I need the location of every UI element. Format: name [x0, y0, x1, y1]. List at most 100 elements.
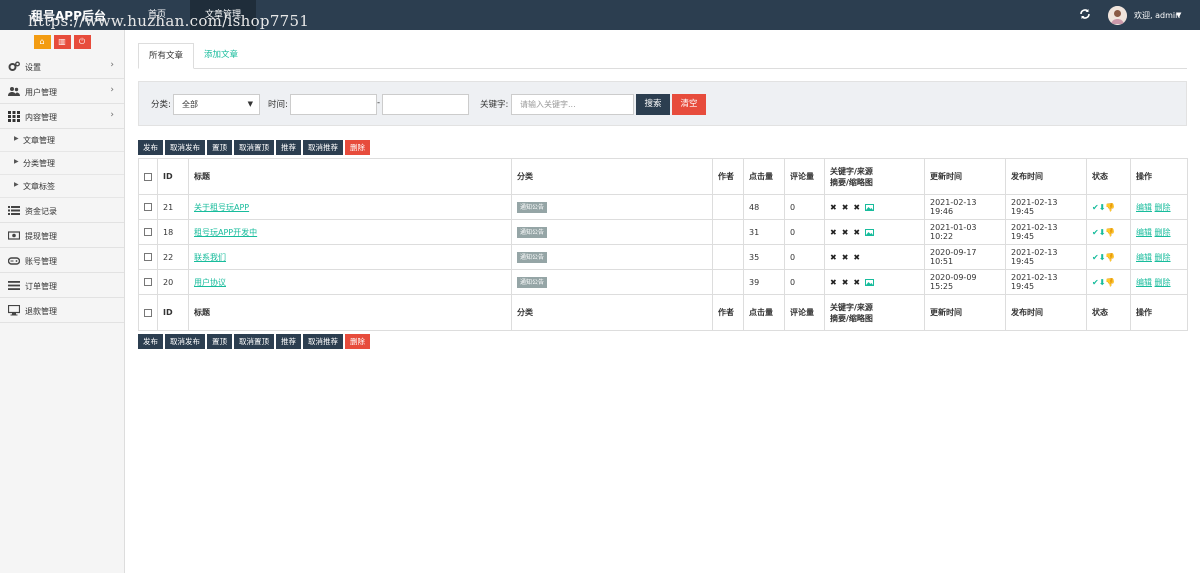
tab-add-article[interactable]: 添加文章	[194, 43, 248, 69]
pin-button[interactable]: 置顶	[207, 334, 232, 349]
category-badge: 通知公告	[517, 251, 548, 263]
row-keyword-cell: ✖ ✖ ✖	[824, 244, 925, 270]
caret-right-icon: ▶	[14, 135, 19, 142]
select-all-cell	[138, 158, 158, 195]
delete-link[interactable]: 删除	[1155, 278, 1171, 287]
watermark-text: https://www.huzhan.com/ishop7751	[28, 12, 310, 30]
refresh-icon[interactable]	[1079, 8, 1091, 20]
col-published: 发布时间	[1005, 294, 1087, 331]
unpublish-button[interactable]: 取消发布	[165, 334, 205, 349]
sidebar-item-label: 内容管理	[25, 113, 57, 122]
summary-x-icon: ✖	[853, 252, 861, 262]
select-all-checkbox[interactable]	[144, 308, 152, 317]
image-icon[interactable]	[865, 278, 875, 286]
status-icons[interactable]: ✔⬇👎	[1092, 278, 1115, 287]
row-title-link[interactable]: 用户协议	[194, 278, 226, 287]
status-icons[interactable]: ✔⬇👎	[1092, 203, 1115, 212]
col-author: 作者	[712, 158, 744, 195]
trash-icon[interactable]: ▥	[53, 35, 71, 49]
sidebar-item-settings[interactable]: 设置 ›	[0, 54, 124, 79]
avatar[interactable]	[1108, 6, 1127, 25]
sidebar-subitem-categories[interactable]: ▶ 分类管理	[0, 152, 124, 175]
row-actions-cell: 编辑 删除	[1130, 244, 1188, 270]
row-clicks: 35	[743, 244, 785, 270]
power-icon[interactable]: ⏻	[73, 35, 91, 49]
unpublish-button[interactable]: 取消发布	[165, 140, 205, 155]
row-checkbox[interactable]	[144, 278, 152, 286]
image-icon[interactable]	[865, 228, 875, 236]
col-comments: 评论量	[784, 294, 825, 331]
tab-all-articles[interactable]: 所有文章	[138, 43, 195, 69]
unrecommend-button[interactable]: 取消推荐	[303, 140, 343, 155]
sidebar-subitem-label: 文章管理	[23, 136, 55, 145]
top-navbar: 租号APP后台 首页 文章管理 https://www.huzhan.com/i…	[0, 0, 1200, 30]
unpin-button[interactable]: 取消置顶	[234, 334, 274, 349]
delete-link[interactable]: 删除	[1155, 228, 1171, 237]
category-badge: 通知公告	[517, 276, 548, 288]
edit-link[interactable]: 编辑	[1136, 203, 1152, 212]
sidebar-item-funds[interactable]: 资金记录	[0, 198, 124, 223]
chevron-right-icon: ›	[110, 110, 114, 120]
clear-button[interactable]: 清空	[672, 94, 706, 115]
unpin-button[interactable]: 取消置顶	[234, 140, 274, 155]
search-button[interactable]: 搜索	[636, 94, 670, 115]
publish-button[interactable]: 发布	[138, 140, 163, 155]
edit-link[interactable]: 编辑	[1136, 278, 1152, 287]
grid-icon	[8, 111, 20, 122]
row-checkbox[interactable]	[144, 253, 152, 261]
pin-button[interactable]: 置顶	[207, 140, 232, 155]
delete-button[interactable]: 删除	[345, 334, 370, 349]
recommend-button[interactable]: 推荐	[276, 334, 301, 349]
row-author	[712, 269, 744, 295]
image-icon[interactable]	[865, 203, 875, 211]
row-category-cell: 通知公告	[511, 219, 713, 245]
row-updated: 2021-01-03 10:22	[924, 219, 1006, 245]
select-all-checkbox[interactable]	[144, 172, 152, 181]
row-checkbox[interactable]	[144, 203, 152, 211]
caret-down-icon[interactable]: ▼	[1176, 11, 1181, 19]
sidebar-item-content[interactable]: 内容管理 ›	[0, 104, 124, 129]
sidebar-item-label: 退款管理	[25, 307, 57, 316]
col-category: 分类	[511, 158, 713, 195]
edit-link[interactable]: 编辑	[1136, 253, 1152, 262]
delete-button[interactable]: 删除	[345, 140, 370, 155]
source-x-icon: ✖	[841, 277, 849, 287]
sidebar-subitem-tags[interactable]: ▶ 文章标签	[0, 175, 124, 198]
welcome-user[interactable]: 欢迎, admin	[1134, 10, 1180, 21]
row-clicks: 48	[743, 194, 785, 220]
row-checkbox[interactable]	[144, 228, 152, 236]
recommend-button[interactable]: 推荐	[276, 140, 301, 155]
table-row: 22 联系我们 通知公告 35 0 ✖ ✖ ✖ 2020-09-17 10:51 2021-02-…	[138, 244, 1188, 270]
sidebar-item-accounts[interactable]: 账号管理	[0, 248, 124, 273]
sidebar-item-withdraw[interactable]: 提现管理	[0, 223, 124, 248]
sidebar-item-users[interactable]: 用户管理 ›	[0, 79, 124, 104]
col-author: 作者	[712, 294, 744, 331]
category-select[interactable]: 全部 ▼	[173, 94, 260, 115]
sidebar-subitem-articles[interactable]: ▶ 文章管理	[0, 129, 124, 152]
status-icons[interactable]: ✔⬇👎	[1092, 228, 1115, 237]
row-title-link[interactable]: 关于租号玩APP	[194, 203, 249, 212]
row-category-cell: 通知公告	[511, 244, 713, 270]
keyword-x-icon: ✖	[830, 202, 837, 212]
status-icons[interactable]: ✔⬇👎	[1092, 253, 1115, 262]
row-title-link[interactable]: 联系我们	[194, 253, 226, 262]
time-start-input[interactable]	[290, 94, 377, 115]
edit-link[interactable]: 编辑	[1136, 228, 1152, 237]
sidebar-subitem-label: 文章标签	[23, 182, 55, 191]
delete-link[interactable]: 删除	[1155, 253, 1171, 262]
time-end-input[interactable]	[382, 94, 469, 115]
filter-bar: 分类: 全部 ▼ 时间: - 关键字: 请输入关键字... 搜索 清空	[138, 81, 1187, 126]
category-label: 分类:	[151, 100, 171, 110]
users-icon	[8, 87, 20, 96]
row-title-link[interactable]: 租号玩APP开发中	[194, 228, 257, 237]
keyword-input[interactable]: 请输入关键字...	[511, 94, 634, 115]
select-all-cell	[138, 294, 158, 331]
home-icon[interactable]: ⌂	[33, 35, 51, 49]
delete-link[interactable]: 删除	[1155, 203, 1171, 212]
sidebar-item-orders[interactable]: 订单管理	[0, 273, 124, 298]
publish-button[interactable]: 发布	[138, 334, 163, 349]
col-title: 标题	[188, 158, 512, 195]
table-row: 18 租号玩APP开发中 通知公告 31 0 ✖ ✖ ✖ 2021-01-03 10:22 202…	[138, 219, 1188, 245]
unrecommend-button[interactable]: 取消推荐	[303, 334, 343, 349]
sidebar-item-refunds[interactable]: 退款管理	[0, 298, 124, 323]
